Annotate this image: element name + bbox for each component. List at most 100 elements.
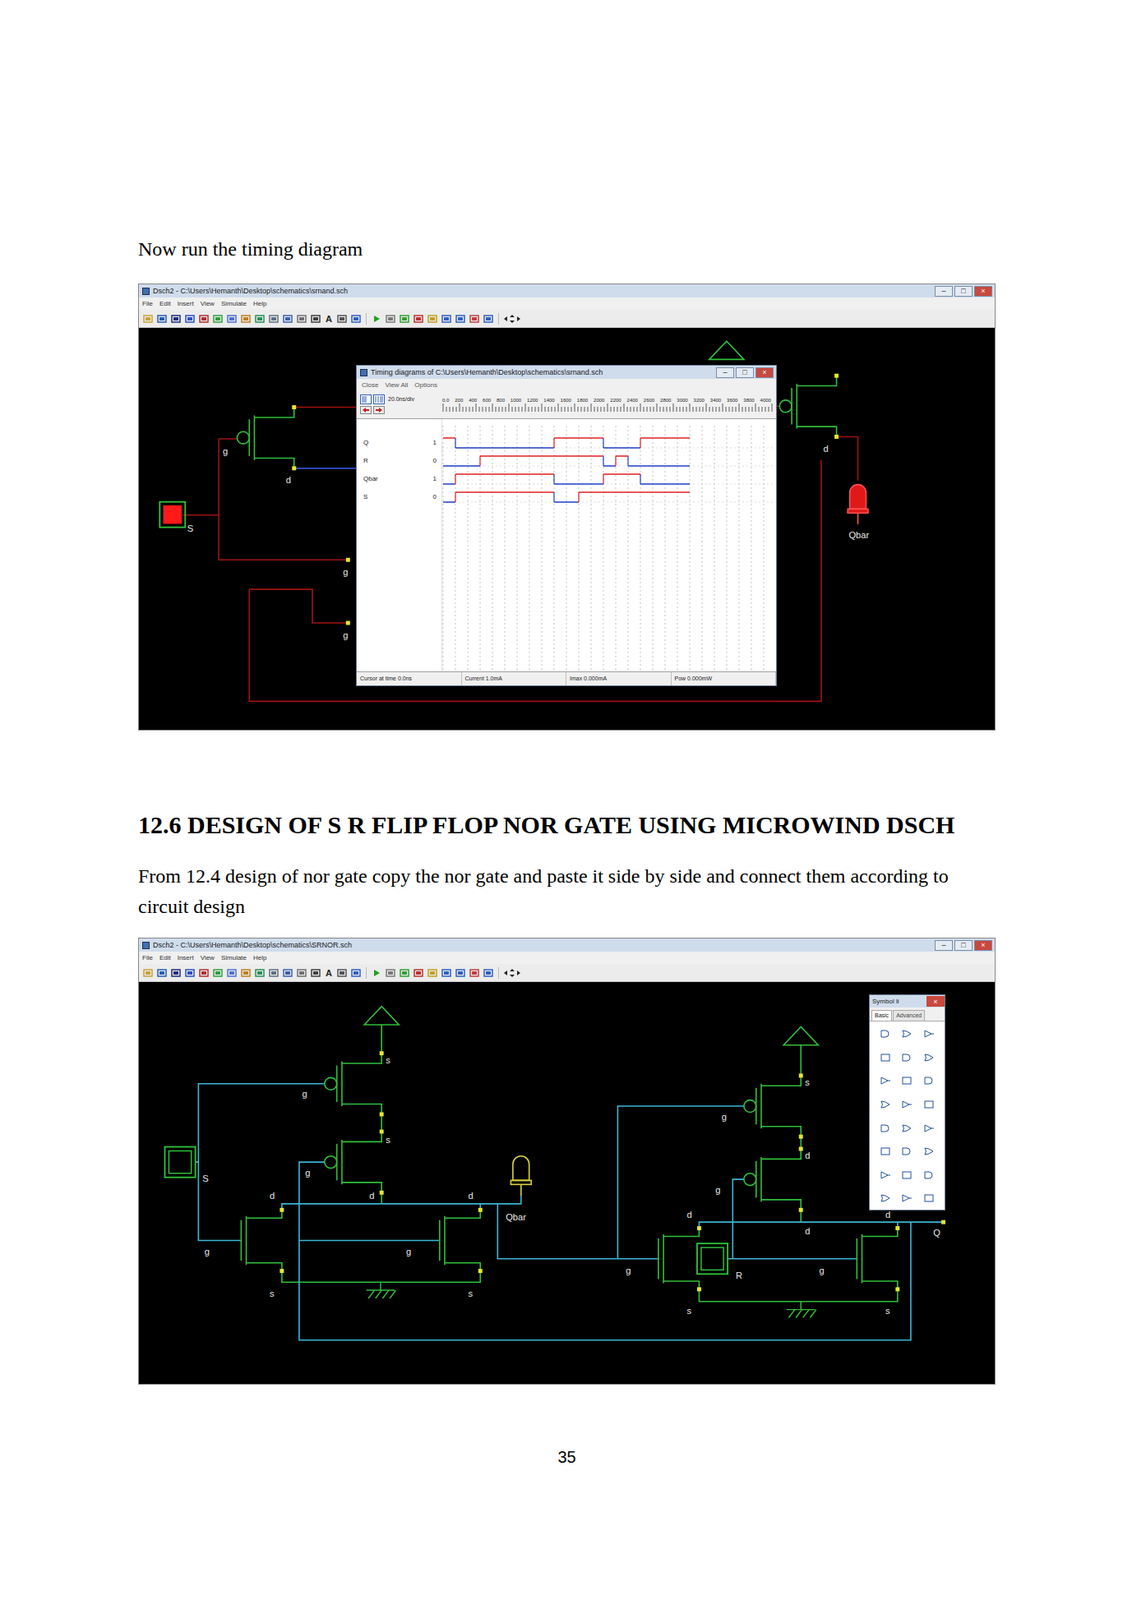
panel-tab[interactable]: Basic: [871, 1010, 892, 1022]
ground-icon[interactable]: [366, 1282, 397, 1299]
symbol-button[interactable]: [896, 1121, 918, 1137]
tool-icon[interactable]: [350, 313, 362, 325]
play-button[interactable]: [370, 967, 383, 980]
symbol-button[interactable]: [896, 1073, 918, 1089]
pmos-transistor[interactable]: [236, 405, 296, 471]
tool-icon[interactable]: [412, 967, 425, 980]
tool-icon[interactable]: [198, 967, 210, 980]
menu-item[interactable]: File: [142, 299, 153, 309]
tool-icon[interactable]: [350, 967, 362, 980]
tool-icon[interactable]: [398, 967, 411, 980]
symbol-button[interactable]: [874, 1097, 897, 1113]
window-control-button[interactable]: –: [934, 286, 953, 297]
tool-icon[interactable]: [184, 313, 196, 325]
symbol-button[interactable]: [874, 1073, 897, 1089]
symbol-library-panel[interactable]: Symbol li×BasicAdvanced: [868, 994, 946, 1211]
tool-icon[interactable]: [454, 313, 467, 325]
tool-icon[interactable]: [184, 967, 196, 980]
schematic-canvas[interactable]: gdSggdQbarTiming diagrams of C:\Users\He…: [138, 328, 995, 731]
tool-icon[interactable]: [240, 313, 252, 325]
tool-icon[interactable]: [295, 313, 308, 325]
tool-icon[interactable]: [142, 967, 154, 980]
tool-icon[interactable]: [482, 313, 495, 325]
tool-icon[interactable]: [170, 967, 182, 980]
scroll-right-icon[interactable]: [373, 406, 385, 415]
tool-icon[interactable]: [281, 313, 294, 325]
vdd-icon[interactable]: [783, 1026, 818, 1045]
nmos-transistor[interactable]: [439, 1208, 483, 1274]
window-control-button[interactable]: ×: [974, 940, 993, 952]
tool-icon[interactable]: [267, 967, 280, 980]
zoom-out-icon[interactable]: [373, 394, 385, 405]
text-tool-button[interactable]: A: [323, 313, 334, 325]
window-control-button[interactable]: □: [735, 367, 754, 379]
vdd-icon[interactable]: [709, 341, 744, 360]
tool-icon[interactable]: [281, 967, 294, 980]
timing-window[interactable]: Timing diagrams of C:\Users\Hemanth\Desk…: [355, 365, 777, 687]
window-control-button[interactable]: □: [954, 286, 973, 297]
tool-icon[interactable]: [226, 967, 238, 980]
tool-icon[interactable]: [295, 967, 308, 980]
symbol-button[interactable]: [918, 1191, 940, 1206]
menu-item[interactable]: Simulate: [221, 953, 247, 963]
symbol-button[interactable]: [874, 1121, 897, 1137]
symbol-button[interactable]: [874, 1050, 897, 1066]
input-button[interactable]: [159, 502, 185, 528]
nmos-transistor[interactable]: [240, 1208, 284, 1274]
symbol-button[interactable]: [874, 1168, 897, 1183]
symbol-button[interactable]: [918, 1144, 940, 1160]
scroll-left-icon[interactable]: [360, 406, 372, 415]
timing-menu-item[interactable]: View All: [384, 380, 408, 390]
zoom-in-icon[interactable]: [360, 394, 372, 405]
text-tool-button[interactable]: A: [323, 967, 334, 980]
play-button[interactable]: [370, 313, 383, 325]
pmos-transistor[interactable]: [324, 1051, 384, 1117]
menu-item[interactable]: Help: [253, 953, 267, 963]
timing-menu-item[interactable]: Close: [361, 380, 379, 390]
tool-icon[interactable]: [454, 967, 467, 980]
scroll-arrows-icon[interactable]: [503, 314, 522, 324]
symbol-button[interactable]: [896, 1026, 918, 1042]
tool-icon[interactable]: [170, 313, 182, 325]
menu-item[interactable]: Edit: [159, 299, 171, 309]
menu-item[interactable]: Insert: [177, 299, 195, 309]
menu-item[interactable]: Edit: [159, 953, 171, 963]
tool-icon[interactable]: [426, 967, 439, 980]
tool-icon[interactable]: [240, 967, 252, 980]
input-button[interactable]: [697, 1243, 728, 1275]
menu-item[interactable]: File: [142, 953, 153, 963]
tool-icon[interactable]: [426, 313, 439, 325]
menu-item[interactable]: View: [200, 953, 215, 963]
window-control-button[interactable]: □: [954, 940, 973, 952]
tool-icon[interactable]: [384, 967, 397, 980]
pmos-transistor[interactable]: [324, 1130, 384, 1196]
ground-icon[interactable]: [786, 1302, 817, 1319]
symbol-button[interactable]: [874, 1191, 897, 1206]
tool-icon[interactable]: [440, 967, 453, 980]
menu-item[interactable]: Insert: [177, 953, 195, 963]
tool-icon[interactable]: [212, 967, 224, 980]
symbol-button[interactable]: [896, 1168, 918, 1183]
tool-icon[interactable]: [156, 313, 168, 325]
symbol-button[interactable]: [874, 1026, 897, 1042]
window-control-button[interactable]: –: [934, 940, 953, 952]
panel-tab[interactable]: Advanced: [892, 1010, 925, 1022]
scroll-arrows-icon[interactable]: [503, 968, 522, 979]
symbol-button[interactable]: [918, 1168, 940, 1183]
symbol-button[interactable]: [874, 1144, 897, 1160]
menu-item[interactable]: Help: [253, 299, 267, 309]
tool-icon[interactable]: [398, 313, 411, 325]
tool-icon[interactable]: [336, 313, 348, 325]
nmos-transistor[interactable]: [856, 1226, 900, 1292]
symbol-button[interactable]: [918, 1097, 940, 1113]
symbol-button[interactable]: [896, 1144, 918, 1160]
vdd-icon[interactable]: [364, 1007, 399, 1026]
window-control-button[interactable]: –: [716, 367, 735, 379]
tool-icon[interactable]: [336, 967, 348, 980]
tool-icon[interactable]: [254, 967, 266, 980]
tool-icon[interactable]: [468, 313, 481, 325]
window-control-button[interactable]: ×: [974, 286, 993, 297]
tool-icon[interactable]: [309, 313, 322, 325]
timing-menu-item[interactable]: Options: [414, 380, 438, 390]
pmos-transistor[interactable]: [743, 1147, 804, 1213]
